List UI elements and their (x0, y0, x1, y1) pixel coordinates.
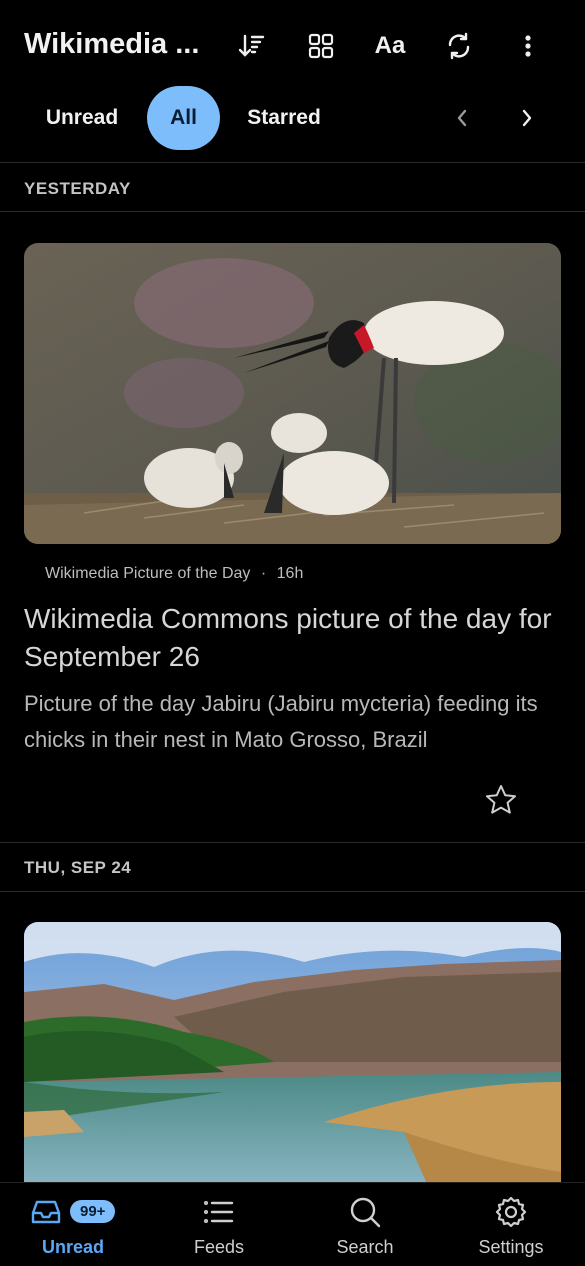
font-size-icon[interactable]: Aa (370, 26, 410, 66)
gear-icon (494, 1195, 528, 1229)
article-image-lake[interactable] (24, 922, 561, 1222)
nav-search[interactable]: Search (292, 1183, 438, 1266)
article-description[interactable]: Picture of the day Jabiru (Jabiru mycter… (24, 686, 564, 758)
more-vert-icon[interactable] (508, 26, 548, 66)
filter-bar: Unread All Starred (0, 82, 585, 152)
refresh-icon[interactable] (439, 26, 479, 66)
divider (0, 162, 585, 163)
feed-title[interactable]: Wikimedia ... (24, 28, 214, 61)
filter-tab-all[interactable]: All (147, 86, 220, 150)
filter-tab-starred[interactable]: Starred (238, 86, 330, 150)
bottom-nav: 99+ Unread Feeds Search Settings (0, 1182, 585, 1266)
chevron-left-icon[interactable] (444, 100, 480, 136)
chevron-right-icon[interactable] (509, 100, 545, 136)
top-app-bar: Wikimedia ... Aa (0, 0, 585, 92)
nav-feeds[interactable]: Feeds (146, 1183, 292, 1266)
nav-unread[interactable]: 99+ Unread (0, 1183, 146, 1266)
nav-label-search: Search (336, 1237, 394, 1257)
nav-settings[interactable]: Settings (438, 1183, 584, 1266)
section-header-sep-24: THU, SEP 24 (24, 858, 132, 877)
sort-icon[interactable] (232, 26, 272, 66)
unread-badge: 99+ (70, 1200, 116, 1223)
grid-icon[interactable] (301, 26, 341, 66)
search-icon (348, 1195, 382, 1229)
nav-label-settings: Settings (478, 1237, 544, 1257)
divider (0, 842, 585, 843)
article-image-jabiru[interactable] (24, 243, 561, 544)
divider (0, 211, 585, 212)
meta-separator: · (260, 565, 267, 582)
filter-tab-unread[interactable]: Unread (32, 86, 132, 150)
article-age: 16h (276, 565, 304, 582)
article-source[interactable]: Wikimedia Picture of the Day (45, 565, 250, 582)
inbox-icon (29, 1195, 63, 1229)
nav-label-unread: Unread (41, 1237, 104, 1257)
list-icon (202, 1195, 236, 1229)
article-title[interactable]: Wikimedia Commons picture of the day for… (24, 600, 564, 676)
nav-label-feeds: Feeds (193, 1237, 245, 1257)
article-meta: Wikimedia Picture of the Day · 16h (45, 565, 303, 583)
divider (0, 891, 585, 892)
star-icon[interactable] (484, 783, 518, 817)
section-header-yesterday: YESTERDAY (24, 179, 131, 198)
